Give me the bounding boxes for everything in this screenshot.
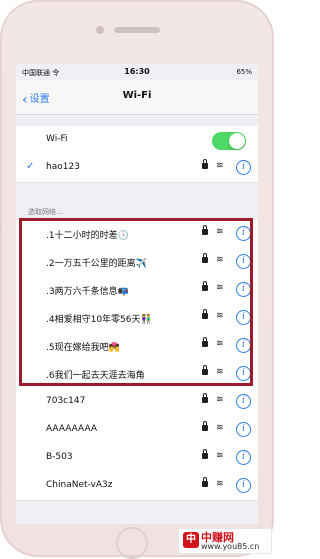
lock-icon	[202, 159, 208, 169]
connected-network-name: hao123	[46, 162, 80, 172]
network-name: .2一万五千公里的距离✈️	[46, 259, 147, 269]
info-icon[interactable]: i	[236, 254, 251, 269]
network-row[interactable]: AAAAAAAA ≋ i	[16, 416, 258, 445]
wifi-toggle-label: Wi-Fi	[46, 134, 68, 144]
network-row[interactable]: .4相爱相守10年零56天👫 ≋ i	[16, 304, 258, 333]
lock-icon	[202, 253, 208, 263]
info-icon[interactable]: i	[236, 338, 251, 353]
connected-network-row[interactable]: ✓ hao123 ≋ i	[16, 154, 258, 183]
lock-icon	[202, 477, 208, 487]
info-icon[interactable]: i	[236, 160, 251, 175]
lock-icon	[202, 337, 208, 347]
network-row[interactable]: .1十二小时的时差🕓 ≋ i	[16, 220, 258, 249]
network-name: 703c147	[46, 396, 86, 406]
lock-icon	[202, 449, 208, 459]
lock-icon	[202, 281, 208, 291]
navigation-bar: ‹ 设置 Wi-Fi	[16, 80, 258, 115]
network-name: .1十二小时的时差🕓	[46, 231, 129, 241]
info-icon[interactable]: i	[236, 310, 251, 325]
clock-label: 16:30	[124, 67, 150, 76]
wifi-signal-icon: ≋	[216, 395, 224, 405]
network-name: .3两万六千条信息📭	[46, 287, 129, 297]
lock-icon	[202, 421, 208, 431]
lock-icon	[202, 225, 208, 235]
phone-frame: 中国联通 令 16:30 65% ‹ 设置 Wi-Fi Wi-Fi ✓ hao12…	[0, 0, 274, 559]
wifi-signal-icon: ≋	[216, 451, 224, 461]
info-icon[interactable]: i	[236, 226, 251, 241]
home-button[interactable]	[116, 527, 148, 559]
battery-label: 65%	[236, 68, 252, 76]
network-name: .6我们一起去天涯去海角	[46, 371, 145, 381]
network-row[interactable]: ChinaNet-vA3z ≋ i	[16, 472, 258, 501]
wifi-toggle-row: Wi-Fi	[16, 126, 258, 155]
wifi-signal-icon: ≋	[216, 479, 224, 489]
wifi-signal-icon: ≋	[216, 161, 224, 171]
info-icon[interactable]: i	[236, 394, 251, 409]
section-header: 选取网络...	[28, 208, 63, 216]
wifi-signal-icon: ≋	[216, 339, 224, 349]
info-icon[interactable]: i	[236, 282, 251, 297]
front-camera	[96, 26, 104, 34]
network-name: ChinaNet-vA3z	[46, 480, 113, 490]
wifi-signal-icon: ≋	[216, 255, 224, 265]
wifi-signal-icon: ≋	[216, 367, 224, 377]
network-name: .4相爱相守10年零56天👫	[46, 315, 152, 325]
network-row[interactable]: B-503 ≋ i	[16, 444, 258, 473]
info-icon[interactable]: i	[236, 450, 251, 465]
network-name: B-503	[46, 452, 73, 462]
lock-icon	[202, 309, 208, 319]
network-name: .5现在嫁给我吧💏	[46, 343, 120, 353]
info-icon[interactable]: i	[236, 422, 251, 437]
network-row[interactable]: .5现在嫁给我吧💏 ≋ i	[16, 332, 258, 361]
wifi-toggle[interactable]	[212, 132, 246, 150]
network-name: AAAAAAAA	[46, 424, 98, 434]
wifi-signal-icon: ≋	[216, 311, 224, 321]
watermark-url: www.you85.cn	[201, 542, 260, 551]
toggle-knob	[229, 133, 245, 149]
wifi-signal-icon: ≋	[216, 283, 224, 293]
status-bar: 中国联通 令 16:30 65%	[16, 64, 258, 80]
screen: 中国联通 令 16:30 65% ‹ 设置 Wi-Fi Wi-Fi ✓ hao12…	[16, 64, 258, 524]
network-row[interactable]: 703c147 ≋ i	[16, 388, 258, 417]
wifi-signal-icon: ≋	[216, 227, 224, 237]
wifi-signal-icon: ≋	[216, 423, 224, 433]
watermark: 中 中赚网 www.you85.cn	[178, 528, 272, 554]
network-row[interactable]: .2一万五千公里的距离✈️ ≋ i	[16, 248, 258, 277]
earpiece-speaker	[114, 27, 160, 33]
checkmark-icon: ✓	[26, 161, 35, 172]
page-title: Wi-Fi	[122, 90, 152, 101]
network-row[interactable]: .3两万六千条信息📭 ≋ i	[16, 276, 258, 305]
watermark-logo-icon: 中	[183, 532, 199, 548]
lock-icon	[202, 393, 208, 403]
lock-icon	[202, 365, 208, 375]
network-row[interactable]: .6我们一起去天涯去海角 ≋ i	[16, 360, 258, 389]
info-icon[interactable]: i	[236, 366, 251, 381]
info-icon[interactable]: i	[236, 478, 251, 493]
